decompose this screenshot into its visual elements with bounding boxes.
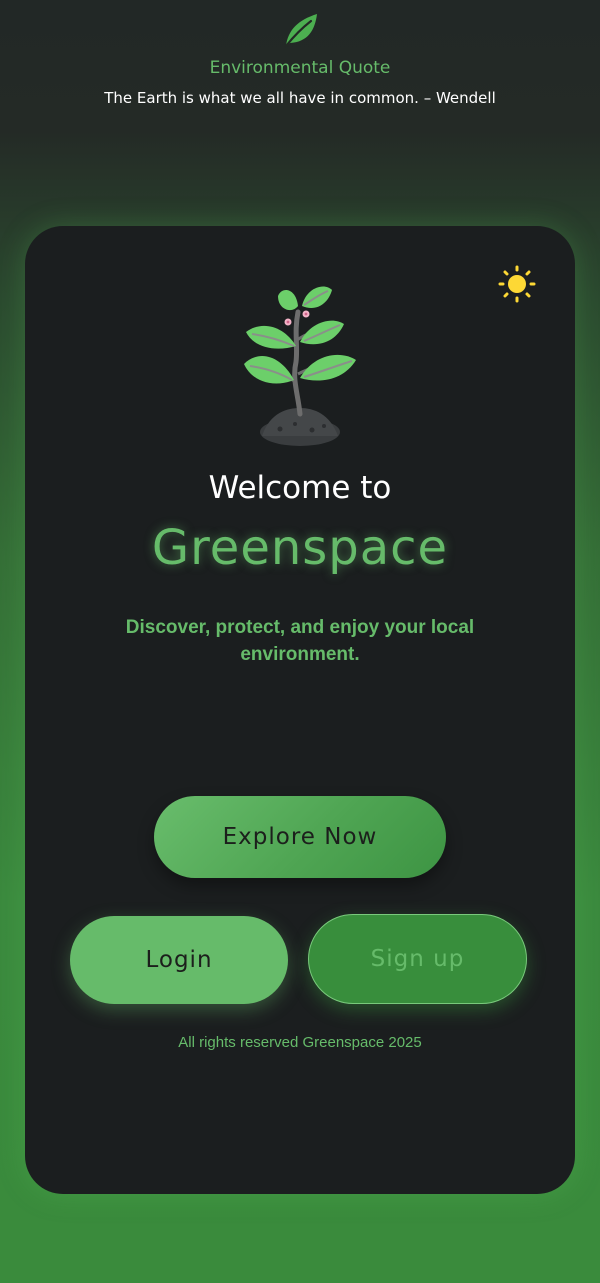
login-button[interactable]: Login: [70, 916, 288, 1004]
sun-icon[interactable]: [497, 264, 537, 304]
footer-copyright: All rights reserved Greenspace 2025: [178, 1034, 422, 1051]
leaf-icon: [284, 14, 317, 48]
tagline: Discover, protect, and enjoy your local …: [125, 617, 475, 665]
welcome-heading: Welcome to: [208, 470, 392, 506]
explore-now-button[interactable]: Explore Now: [154, 796, 446, 878]
sign-up-button[interactable]: Sign up: [308, 914, 527, 1004]
quote-text: The Earth is what we all have in common.…: [104, 89, 496, 107]
quote-header: Environmental Quote The Earth is what we…: [0, 0, 600, 140]
quote-title: Environmental Quote: [209, 58, 391, 78]
welcome-card: Welcome to Greenspace Discover, protect,…: [25, 226, 575, 1194]
plant-icon: [244, 286, 356, 446]
brand-title: Greenspace: [151, 520, 449, 576]
